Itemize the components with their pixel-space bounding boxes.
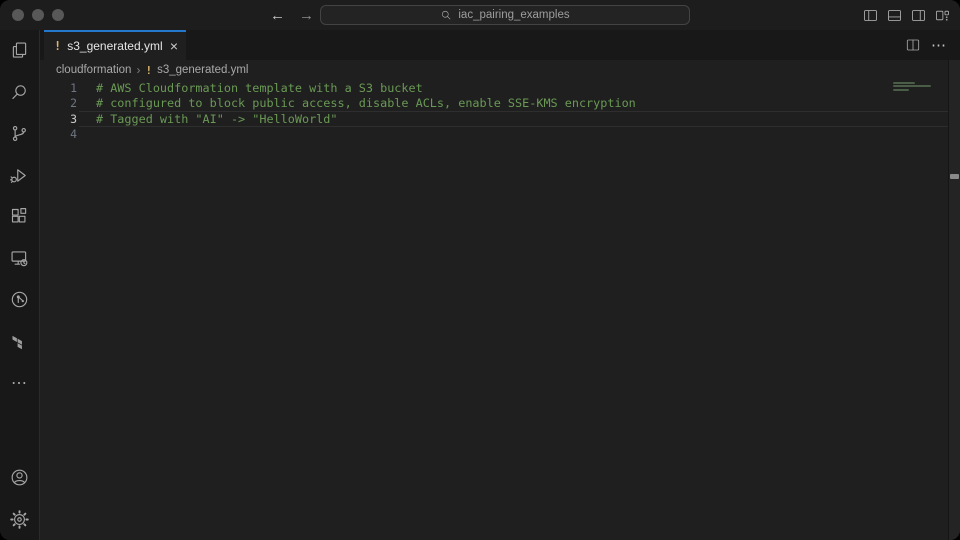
command-center[interactable]: iac_pairing_examples [320, 5, 690, 25]
toggle-panel-icon[interactable] [886, 7, 903, 24]
search-icon [440, 9, 452, 21]
sidebar-item-git-graph[interactable] [0, 279, 39, 321]
terraform-icon [9, 331, 30, 352]
line-content [79, 127, 948, 143]
split-editor-icon[interactable] [905, 37, 921, 53]
code-line[interactable]: 2# configured to block public access, di… [40, 96, 960, 112]
sidebar-item-search[interactable] [0, 72, 39, 114]
editor-more-actions-icon[interactable]: ⋯ [931, 36, 946, 54]
breadcrumb-folder[interactable]: cloudformation [56, 64, 131, 76]
line-number[interactable]: 3 [40, 112, 77, 126]
line-content: # AWS Cloudformation template with a S3 … [79, 80, 948, 96]
sidebar-item-explorer[interactable] [0, 30, 39, 72]
sidebar-item-source-control[interactable] [0, 113, 39, 155]
file-warning-icon: ! [54, 39, 61, 53]
search-icon [9, 82, 30, 103]
line-content: # Tagged with "AI" -> "HelloWorld" [79, 111, 948, 127]
file-warning-icon: ! [145, 64, 152, 77]
customize-layout-icon[interactable] [934, 7, 951, 24]
files-icon [9, 40, 30, 61]
toggle-secondary-sidebar-icon[interactable] [910, 7, 927, 24]
scrollbar-handle[interactable] [950, 174, 959, 179]
tab-close-icon[interactable]: × [170, 39, 178, 53]
code-lines: 1# AWS Cloudformation template with a S3… [40, 80, 960, 142]
sidebar-item-settings[interactable] [0, 499, 39, 540]
account-icon [9, 467, 30, 488]
line-number[interactable]: 2 [40, 96, 77, 110]
run-debug-icon [9, 165, 30, 186]
back-arrow-icon[interactable]: ← [270, 7, 285, 24]
tab-bar: ! s3_generated.yml × ⋯ [40, 30, 960, 60]
sidebar-item-remote-explorer[interactable] [0, 238, 39, 280]
sidebar-item-run-debug[interactable] [0, 155, 39, 197]
git-graph-icon [9, 289, 30, 310]
tab-label: s3_generated.yml [67, 39, 164, 53]
activity-bar: ⋯ [0, 30, 40, 540]
traffic-light-maximize[interactable] [52, 9, 64, 21]
editor-group: ! s3_generated.yml × ⋯ cloudformation › … [40, 30, 960, 540]
chevron-right-icon: › [136, 63, 140, 77]
minimap[interactable] [893, 82, 938, 92]
code-line[interactable]: 3# Tagged with "AI" -> "HelloWorld" [40, 111, 960, 127]
toggle-primary-sidebar-icon[interactable] [862, 7, 879, 24]
traffic-light-minimize[interactable] [32, 9, 44, 21]
git-branch-icon [9, 123, 30, 144]
line-number[interactable]: 1 [40, 81, 77, 95]
breadcrumb: cloudformation › ! s3_generated.yml [40, 60, 960, 80]
title-bar: ← → iac_pairing_examples [0, 0, 960, 30]
sidebar-item-terraform[interactable] [0, 321, 39, 363]
vscode-window: ← → iac_pairing_examples [0, 0, 960, 540]
code-line[interactable]: 4 [40, 127, 960, 143]
command-center-text: iac_pairing_examples [458, 9, 569, 21]
gear-icon [9, 509, 30, 530]
remote-explorer-icon [9, 248, 30, 269]
line-content: # configured to block public access, dis… [79, 96, 948, 112]
traffic-light-close[interactable] [12, 9, 24, 21]
traffic-lights [12, 9, 64, 21]
tab-s3-generated-yml[interactable]: ! s3_generated.yml × [44, 30, 186, 60]
overview-ruler[interactable] [948, 60, 960, 540]
code-line[interactable]: 1# AWS Cloudformation template with a S3… [40, 80, 960, 96]
breadcrumb-file[interactable]: s3_generated.yml [157, 64, 248, 76]
sidebar-item-accounts[interactable] [0, 457, 39, 499]
code-editor[interactable]: 1# AWS Cloudformation template with a S3… [40, 80, 960, 540]
line-number[interactable]: 4 [40, 127, 77, 141]
sidebar-item-more[interactable]: ⋯ [0, 362, 39, 404]
activity-bar-spacer [0, 404, 39, 458]
extensions-icon [9, 206, 30, 227]
forward-arrow-icon[interactable]: → [299, 7, 314, 24]
sidebar-item-extensions[interactable] [0, 196, 39, 238]
